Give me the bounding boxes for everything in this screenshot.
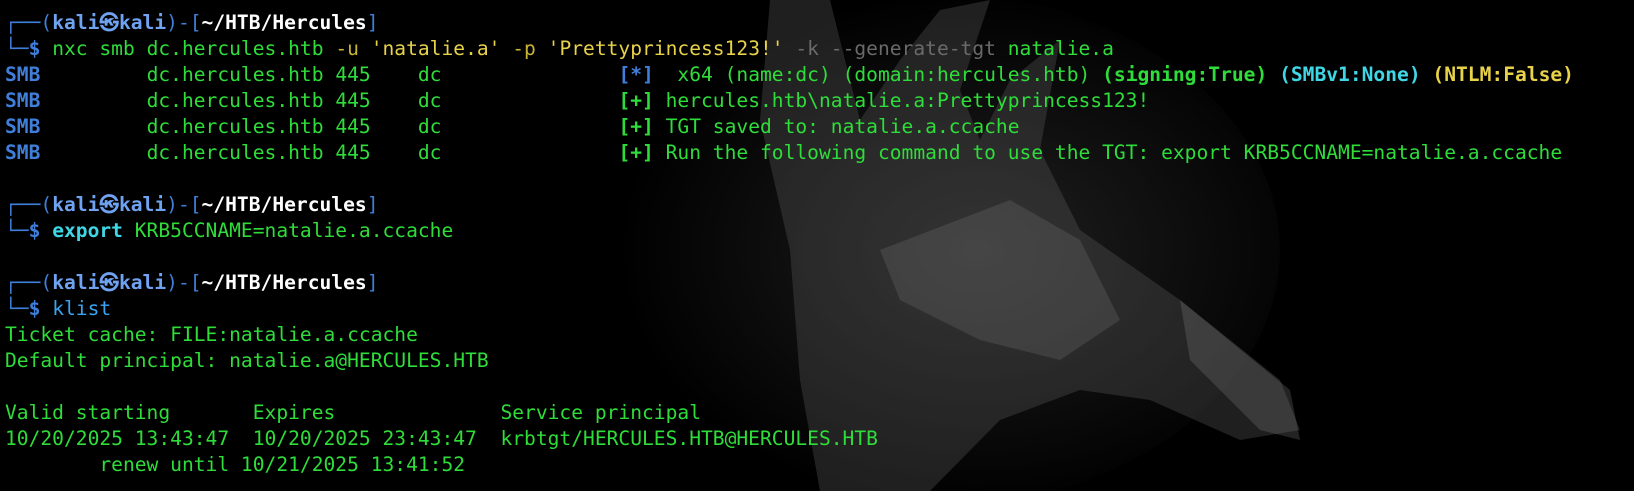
smb-domain-info: (domain:hercules.htb) <box>842 63 1091 86</box>
klist-table-row: 10/20/2025 13:43:47 10/20/2025 23:43:47 … <box>5 427 878 450</box>
smb-port: 445 <box>335 63 371 86</box>
prompt-frame: )-[ <box>166 193 202 216</box>
smb-tag: [+] <box>618 89 654 112</box>
smb-port: 445 <box>335 141 371 164</box>
prompt-frame: ] <box>366 271 379 294</box>
command-string: 'Prettyprincess123!' <box>547 37 784 60</box>
smb-name: dc <box>417 141 442 164</box>
smb-smbv1-info: (SMBv1:None) <box>1279 63 1421 86</box>
smb-port: 445 <box>335 89 371 112</box>
smb-arch: x64 <box>677 63 713 86</box>
smb-name-info: (name:dc) <box>724 63 831 86</box>
smb-output-line: SMB dc.hercules.htb 445 dc [+] TGT saved… <box>5 114 1634 140</box>
smb-output-line: SMB dc.hercules.htb 445 dc [*] x64 (name… <box>5 62 1634 88</box>
command-arg: KRB5CCNAME=natalie.a.ccache <box>134 219 454 242</box>
smb-proto: SMB <box>5 115 41 138</box>
prompt-frame: ┌──( <box>5 271 53 294</box>
prompt-frame: )-[ <box>166 271 202 294</box>
smb-output-line: SMB dc.hercules.htb 445 dc [+] hercules.… <box>5 88 1634 114</box>
prompt-cwd: ~/HTB/Hercules <box>201 193 367 216</box>
command-arg: smb <box>99 37 135 60</box>
klist-principal: Default principal: natalie.a@HERCULES.HT… <box>5 349 489 372</box>
command-arg: natalie.a <box>1007 37 1114 60</box>
prompt-host: kali <box>118 193 167 216</box>
command-flag: -k <box>795 37 819 60</box>
prompt-separator: ㉿ <box>99 271 119 294</box>
smb-proto: SMB <box>5 141 41 164</box>
smb-tag: [+] <box>618 141 654 164</box>
smb-host: dc.hercules.htb <box>146 63 324 86</box>
command-arg: dc.hercules.htb <box>146 37 324 60</box>
smb-port: 445 <box>335 115 371 138</box>
command-line: └─$ nxc smb dc.hercules.htb -u 'natalie.… <box>5 36 1634 62</box>
smb-name: dc <box>417 89 442 112</box>
prompt-frame: ] <box>366 11 379 34</box>
command-program: nxc <box>52 37 88 60</box>
smb-ntlm-info: (NTLM:False) <box>1432 63 1574 86</box>
klist-renew: renew until 10/21/2025 13:41:52 <box>5 453 466 476</box>
smb-name: dc <box>417 63 442 86</box>
smb-proto: SMB <box>5 89 41 112</box>
prompt-line: ┌──(kali㉿kali)-[~/HTB/Hercules] <box>5 192 1634 218</box>
command-flag: -u <box>335 37 359 60</box>
smb-tag: [+] <box>618 115 654 138</box>
smb-host: dc.hercules.htb <box>146 115 324 138</box>
command-line: └─$ export KRB5CCNAME=natalie.a.ccache <box>5 218 1634 244</box>
smb-tag: [*] <box>618 63 654 86</box>
prompt-frame: ] <box>366 193 379 216</box>
command-string: 'natalie.a' <box>370 37 501 60</box>
prompt-host: kali <box>118 11 167 34</box>
klist-cache: Ticket cache: FILE:natalie.a.ccache <box>5 323 418 346</box>
prompt-user: kali <box>52 193 100 216</box>
prompt-dollar: $ <box>28 219 53 242</box>
smb-signing-info: (signing:True) <box>1102 63 1268 86</box>
prompt-cwd: ~/HTB/Hercules <box>201 271 367 294</box>
klist-table-header: Valid starting Expires Service principal <box>5 401 701 424</box>
command-flag: -p <box>512 37 536 60</box>
prompt-frame: └─ <box>5 219 29 242</box>
prompt-dollar: $ <box>28 297 53 320</box>
prompt-frame: └─ <box>5 297 29 320</box>
prompt-frame: └─ <box>5 37 29 60</box>
prompt-user: kali <box>52 271 100 294</box>
prompt-separator: ㉿ <box>99 193 119 216</box>
terminal-output[interactable]: ┌──(kali㉿kali)-[~/HTB/Hercules] └─$ nxc … <box>5 10 1634 491</box>
prompt-host: kali <box>118 271 167 294</box>
smb-message: Run the following command to use the TGT… <box>665 141 1563 164</box>
prompt-frame: )-[ <box>166 11 202 34</box>
smb-proto: SMB <box>5 63 41 86</box>
prompt-line: ┌──(kali㉿kali)-[~/HTB/Hercules] <box>5 10 1634 36</box>
command-flag: --generate-tgt <box>830 37 996 60</box>
smb-output-line: SMB dc.hercules.htb 445 dc [+] Run the f… <box>5 140 1634 166</box>
command-keyword: export <box>52 219 123 242</box>
prompt-line: ┌──(kali㉿kali)-[~/HTB/Hercules] <box>5 270 1634 296</box>
smb-host: dc.hercules.htb <box>146 141 324 164</box>
prompt-separator: ㉿ <box>99 11 119 34</box>
smb-message: hercules.htb\natalie.a:Prettyprincess123… <box>665 89 1150 112</box>
smb-host: dc.hercules.htb <box>146 89 324 112</box>
prompt-cwd: ~/HTB/Hercules <box>201 11 367 34</box>
smb-name: dc <box>417 115 442 138</box>
command-line: └─$ klist <box>5 296 1634 322</box>
command-program: klist <box>52 297 112 320</box>
smb-message: TGT saved to: natalie.a.ccache <box>665 115 1020 138</box>
prompt-frame: ┌──( <box>5 11 53 34</box>
prompt-dollar: $ <box>28 37 53 60</box>
prompt-user: kali <box>52 11 100 34</box>
prompt-frame: ┌──( <box>5 193 53 216</box>
